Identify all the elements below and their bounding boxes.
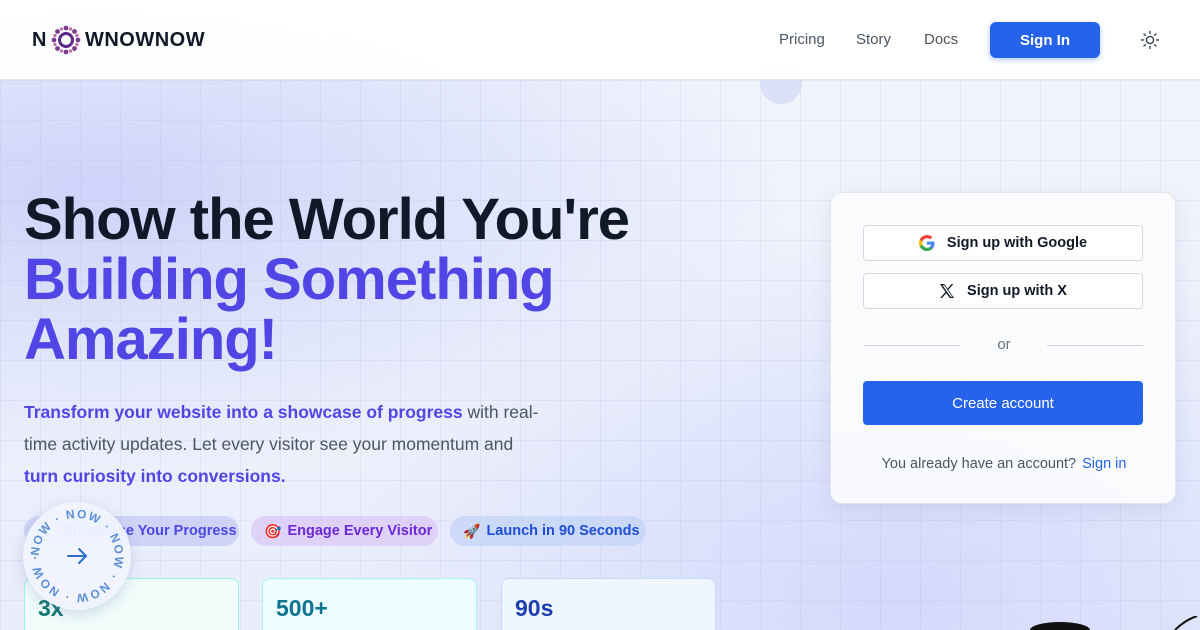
google-button-label: Sign up with Google <box>946 235 1088 251</box>
sign-in-link[interactable]: Sign in <box>1082 456 1126 472</box>
nav-link-story[interactable]: Story <box>856 31 891 48</box>
target-emoji-icon: 🎯 <box>264 522 282 539</box>
have-account-text: You already have an account? <box>881 456 1077 472</box>
stat-card: 500+ <box>262 578 477 630</box>
brand-name-prefix: N <box>32 28 47 51</box>
brand-logo[interactable]: N WNOWNOW <box>32 24 205 56</box>
pill-label: Engage Every Visitor <box>287 523 433 539</box>
hero-title: Show the World You're Building Something… <box>24 190 744 370</box>
arrow-right-icon <box>67 548 87 564</box>
google-icon <box>918 235 935 251</box>
brand-name-suffix: WNOWNOW <box>84 28 206 51</box>
hero-title-line-1: Show the World You're <box>24 187 630 252</box>
hero-description: Transform your website into a showcase o… <box>24 396 544 492</box>
create-account-button[interactable]: Create account <box>863 381 1143 425</box>
decorative-doodle <box>1030 616 1198 630</box>
stat-value: 500+ <box>276 595 328 621</box>
stat-card: 90s <box>501 578 716 630</box>
sun-icon[interactable] <box>1139 29 1161 51</box>
sign-in-button[interactable]: Sign In <box>990 22 1100 58</box>
nav-link-pricing[interactable]: Pricing <box>779 31 825 48</box>
hero-title-line-3: Amazing! <box>24 307 278 372</box>
x-logo-icon <box>940 284 955 298</box>
hero-title-line-2: Building Something <box>24 247 555 312</box>
pill-engage-visitor: 🎯 Engage Every Visitor <box>251 516 438 546</box>
divider-line-right <box>1047 345 1143 346</box>
signup-card: Sign up with Google Sign up with X or Cr… <box>830 192 1176 504</box>
x-button-label: Sign up with X <box>967 283 1067 299</box>
nav-link-docs[interactable]: Docs <box>924 31 958 48</box>
pill-label: Launch in 90 Seconds <box>486 523 640 539</box>
pill-launch-seconds: 🚀 Launch in 90 Seconds <box>450 516 646 546</box>
sign-up-x-button[interactable]: Sign up with X <box>863 273 1143 309</box>
hero-desc-highlight-1: Transform your website into a showcase o… <box>24 402 463 422</box>
logo-mark-icon <box>51 25 81 55</box>
have-account-row: You already have an account? Sign in <box>831 456 1177 472</box>
site-header: N WNOWNOW Pricing Story Docs Sign In <box>0 0 1200 80</box>
now-badge-button[interactable]: NOW · NOW · NOW · NOW · NOW · <box>23 502 131 610</box>
rocket-emoji-icon: 🚀 <box>463 522 481 539</box>
sign-up-google-button[interactable]: Sign up with Google <box>863 225 1143 261</box>
hero-desc-highlight-2: turn curiosity into conversions. <box>24 466 286 486</box>
now-badge-ring: NOW · NOW · NOW · NOW · NOW · <box>28 507 125 606</box>
stat-value: 90s <box>515 595 554 621</box>
